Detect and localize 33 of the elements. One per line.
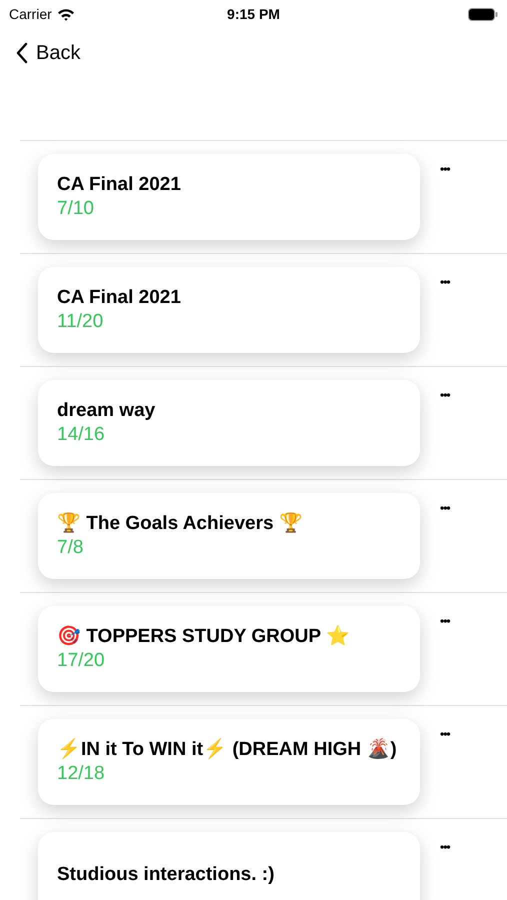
more-options-button[interactable]: •••: [440, 275, 450, 289]
group-name: Studious interactions. :): [57, 863, 276, 887]
group-name: dream way: [57, 399, 156, 423]
group-card[interactable]: CA Final 2021 7/10: [38, 154, 420, 240]
group-name: 🎯 TOPPERS STUDY GROUP ⭐: [57, 625, 351, 649]
group-score: 12/18: [57, 762, 106, 786]
group-card[interactable]: 🏆 The Goals Achievers 🏆 7/8: [38, 493, 420, 579]
back-button[interactable]: Back: [16, 38, 80, 68]
more-options-button[interactable]: •••: [440, 840, 450, 854]
group-card[interactable]: CA Final 2021 11/20: [38, 267, 420, 353]
group-score: 7/8: [57, 536, 84, 560]
status-time: 9:15 PM: [227, 4, 280, 24]
more-options-button[interactable]: •••: [440, 388, 450, 402]
group-score: 11/20: [57, 310, 104, 334]
wifi-icon: [56, 8, 75, 20]
chevron-left-icon: [16, 42, 28, 64]
battery-icon: [468, 8, 498, 20]
more-options-button[interactable]: •••: [440, 614, 450, 628]
more-options-button[interactable]: •••: [440, 727, 450, 741]
group-score: 14/16: [57, 423, 106, 447]
group-name: CA Final 2021: [57, 173, 182, 197]
carrier-name: Carrier: [9, 4, 52, 24]
group-card[interactable]: Studious interactions. :): [38, 832, 420, 900]
group-name: 🏆 The Goals Achievers 🏆: [57, 512, 304, 536]
group-card[interactable]: ⚡IN it To WIN it⚡ (DREAM HIGH 🌋) 12/18: [38, 719, 420, 805]
group-card[interactable]: dream way 14/16: [38, 380, 420, 466]
group-score: 7/10: [57, 197, 95, 221]
group-score: 17/20: [57, 649, 106, 673]
group-name: CA Final 2021: [57, 286, 182, 310]
group-card[interactable]: 🎯 TOPPERS STUDY GROUP ⭐ 17/20: [38, 606, 420, 692]
more-options-button[interactable]: •••: [440, 162, 450, 176]
group-name: ⚡IN it To WIN it⚡ (DREAM HIGH 🌋): [57, 738, 398, 762]
more-options-button[interactable]: •••: [440, 501, 450, 515]
